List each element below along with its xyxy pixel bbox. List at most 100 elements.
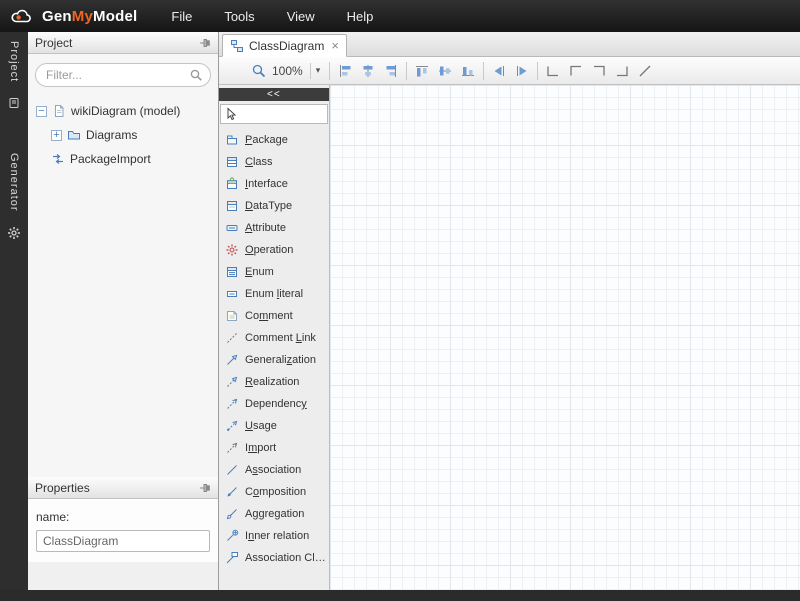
expand-icon[interactable]: + [51,130,62,141]
align-middle-icon[interactable] [437,63,453,79]
vertical-tab-project[interactable]: Project [8,32,20,89]
palette-item-realization[interactable]: Realization [219,371,329,393]
close-icon[interactable]: × [331,38,339,53]
palette-item-import[interactable]: Import [219,437,329,459]
palette-item-composition[interactable]: Composition [219,481,329,503]
toolbar-group [545,63,653,79]
palette-item-generalization[interactable]: Generalization [219,349,329,371]
palette-item-label: Usage [245,420,277,432]
left-tab-strip: Project Generator [0,32,28,601]
link-style-3-icon[interactable] [591,63,607,79]
palette-collapse-button[interactable]: << [219,88,329,101]
palette-item-aggregation[interactable]: Aggregation [219,503,329,525]
align-top-icon[interactable] [414,63,430,79]
pin-icon[interactable] [199,482,211,494]
operation-icon [225,243,239,257]
palette-item-association[interactable]: Association [219,459,329,481]
menu-help[interactable]: Help [331,2,390,31]
vertical-tab-generator[interactable]: Generator [8,144,20,219]
palette-item-class[interactable]: Class [219,151,329,173]
usage-icon [225,419,239,433]
palette-item-comment[interactable]: Comment [219,305,329,327]
palette-item-enum[interactable]: Enum [219,261,329,283]
palette-item-label: Composition [245,486,306,498]
work-area: << Package ClassInterface DataType Attribut… [219,85,800,590]
tree-item-wikidiagram-model[interactable]: − wikiDiagram (model) [28,99,218,123]
palette-item-usage[interactable]: Usage [219,415,329,437]
toolbar-separator [329,62,330,80]
palette-item-label: Association [245,464,301,476]
palette-item-label: Enum literal [245,288,303,300]
package-icon [225,133,239,147]
palette-item-operation[interactable]: Operation [219,239,329,261]
tool-palette: << Package ClassInterface DataType Attribut… [219,85,330,590]
tree-item-label: wikiDiagram (model) [71,104,180,118]
tab-classdiagram[interactable]: ClassDiagram × [222,34,347,57]
palette-item-inner-relation[interactable]: Inner relation [219,525,329,547]
toolbar-group [414,63,476,79]
filter-row [28,54,218,92]
class-icon [225,155,239,169]
menu-view[interactable]: View [271,2,331,31]
name-field-label: name: [36,510,210,524]
gear-icon[interactable] [7,226,21,240]
menu-tools[interactable]: Tools [208,2,270,31]
align-left-icon[interactable] [337,63,353,79]
link-style-diagonal-icon[interactable] [637,63,653,79]
menu-file[interactable]: File [155,2,208,31]
palette-item-datatype[interactable]: DataType [219,195,329,217]
app-window: GenMyModel FileToolsViewHelp Project Gen… [0,0,800,601]
comment-icon [225,309,239,323]
book-icon[interactable] [7,96,21,110]
palette-item-attribute[interactable]: Attribute [219,217,329,239]
interface-icon [225,177,239,191]
zoom-dropdown-arrow[interactable]: ▾ [310,63,321,79]
palette-item-association-cl[interactable]: Association Cl… [219,547,329,569]
comment-link-icon [225,331,239,345]
toolbar-group [491,63,530,79]
tree-item-diagrams[interactable]: +Diagrams [28,123,218,147]
collapse-icon[interactable]: − [36,106,47,117]
align-right-icon[interactable] [383,63,399,79]
link-style-1-icon[interactable] [545,63,561,79]
flip-left-icon[interactable] [491,63,507,79]
toolbar-group [337,63,399,79]
link-style-2-icon[interactable] [568,63,584,79]
zoom-value: 100% [272,64,303,78]
palette-item-label: Package [245,134,288,146]
toolbar-separator [406,62,407,80]
search-icon [189,68,203,82]
app-logo[interactable]: GenMyModel [10,7,137,25]
diagrams-folder-icon [67,128,81,142]
palette-item-dependency[interactable]: Dependency [219,393,329,415]
palette-item-label: Association Cl… [245,552,326,564]
align-center-icon[interactable] [360,63,376,79]
palette-item-enum-literal[interactable]: Enum literal [219,283,329,305]
composition-icon [225,485,239,499]
name-field-input[interactable] [36,530,210,552]
align-bottom-icon[interactable] [460,63,476,79]
app-logo-text: GenMyModel [42,8,137,25]
top-menu-bar: GenMyModel FileToolsViewHelp [0,0,800,32]
palette-item-interface[interactable]: Interface [219,173,329,195]
palette-item-label: DataType [245,200,292,212]
palette-item-label: Aggregation [245,508,304,520]
zoom-icon [251,63,267,79]
filter-input[interactable] [35,63,211,87]
link-style-4-icon[interactable] [614,63,630,79]
association-class-icon [225,551,239,565]
package-import-icon [51,152,65,166]
tree-item-packageimport[interactable]: PackageImport [28,147,218,171]
palette-item-label: Realization [245,376,299,388]
palette-item-label: Dependency [245,398,307,410]
palette-item-package[interactable]: Package [219,129,329,151]
properties-body: name: [28,499,218,562]
palette-item-comment-link[interactable]: Comment Link [219,327,329,349]
zoom-control[interactable]: 100% ▾ [249,61,322,81]
select-tool[interactable] [220,104,328,124]
flip-right-icon[interactable] [514,63,530,79]
pin-icon[interactable] [199,37,211,49]
diagram-canvas[interactable] [330,85,800,590]
status-bar [0,590,800,601]
project-panel-title: Project [35,36,72,50]
